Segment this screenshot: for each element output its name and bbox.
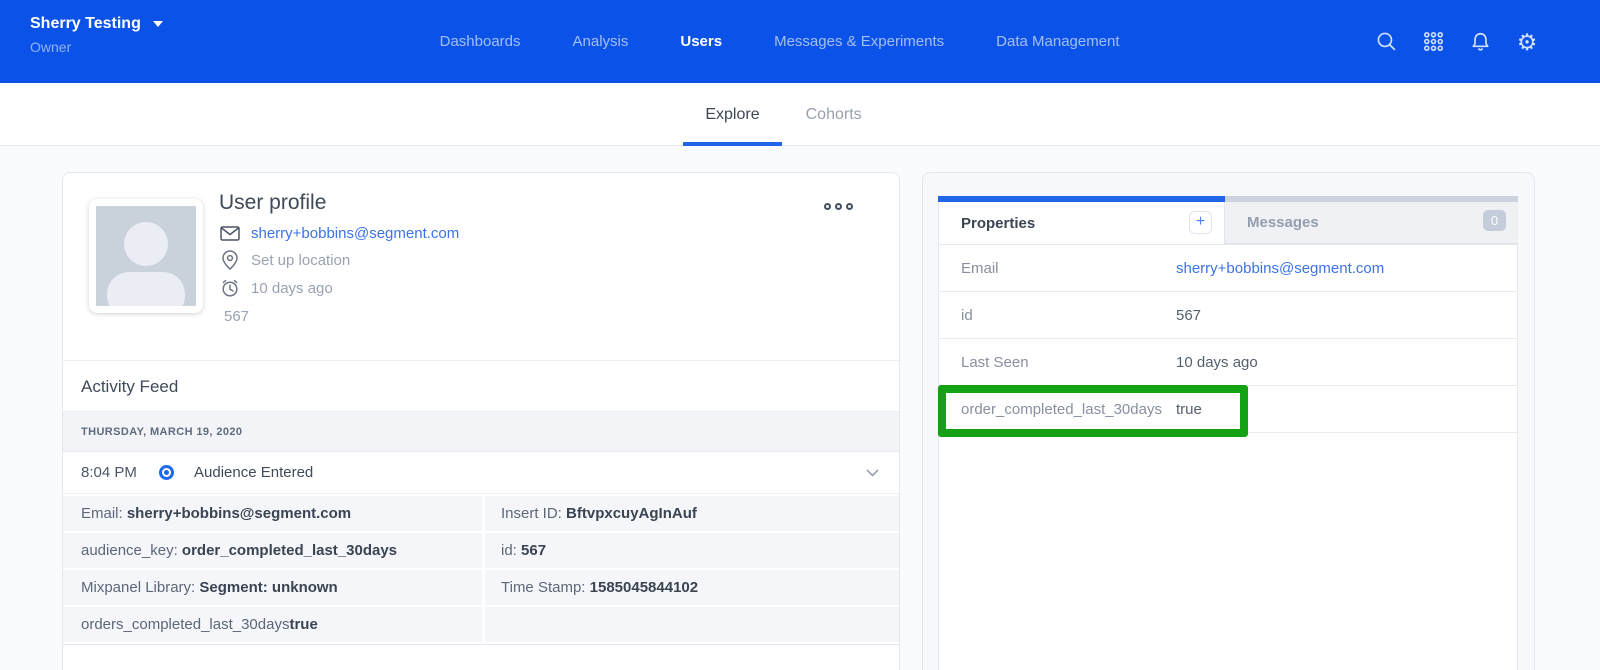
tab-cohorts[interactable]: Cohorts	[806, 83, 862, 146]
table-cell: Mixpanel Library: Segment: unknown	[63, 570, 482, 605]
table-cell: Email: sherry+bobbins@segment.com	[63, 496, 482, 531]
property-label: order_completed_last_30days	[939, 401, 1176, 418]
property-label: Last Seen	[939, 354, 1176, 371]
event-name: Audience Entered	[194, 464, 313, 481]
nav-item-users[interactable]: Users	[680, 33, 722, 50]
profile-user-id: 567	[224, 308, 459, 325]
user-profile-card: User profile sherry+bobbins@segment.com …	[62, 172, 900, 670]
workspace-role: Owner	[30, 39, 163, 55]
set-up-location-link[interactable]: Set up location	[251, 252, 350, 269]
page-title: User profile	[219, 191, 459, 215]
nav-item-data-management[interactable]: Data Management	[996, 33, 1119, 50]
property-row-last-seen: Last Seen 10 days ago	[939, 339, 1517, 386]
property-value: 567	[1176, 307, 1201, 324]
table-row: audience_key: order_completed_last_30day…	[63, 533, 899, 568]
table-row: Mixpanel Library: Segment: unknown Time …	[63, 570, 899, 605]
activity-event-row[interactable]: 8:04 PM Audience Entered	[63, 452, 899, 494]
tab-messages-label: Messages	[1247, 214, 1319, 231]
app-header: Sherry Testing Owner Dashboards Analysis…	[0, 0, 1600, 83]
nav-item-messages-experiments[interactable]: Messages & Experiments	[774, 33, 944, 50]
event-time: 8:04 PM	[81, 464, 141, 481]
properties-panel: Properties + Messages 0 Email sherry+bob…	[938, 196, 1518, 670]
table-cell	[485, 607, 899, 642]
nav-item-analysis[interactable]: Analysis	[573, 33, 629, 50]
properties-card: Properties + Messages 0 Email sherry+bob…	[922, 172, 1535, 670]
table-cell: audience_key: order_completed_last_30day…	[63, 533, 482, 568]
chevron-down-icon	[153, 21, 163, 27]
table-row: Email: sherry+bobbins@segment.com Insert…	[63, 496, 899, 531]
audience-entered-icon	[159, 465, 174, 480]
avatar	[89, 199, 203, 313]
tab-properties[interactable]: Properties +	[938, 196, 1225, 244]
header-icons: ⚙	[1375, 0, 1538, 83]
property-label: Email	[939, 260, 1176, 277]
workspace-name: Sherry Testing	[30, 15, 141, 33]
tab-explore[interactable]: Explore	[705, 83, 759, 146]
property-label: id	[939, 307, 1176, 324]
apps-grid-icon[interactable]	[1422, 31, 1444, 53]
envelope-icon	[219, 226, 241, 241]
table-cell: Insert ID: BftvpxcuyAgInAuf	[485, 496, 899, 531]
activity-date-header: THURSDAY, MARCH 19, 2020	[63, 412, 899, 452]
nav-item-dashboards[interactable]: Dashboards	[440, 33, 521, 50]
profile-email-link[interactable]: sherry+bobbins@segment.com	[251, 225, 459, 242]
table-cell: Time Stamp: 1585045844102	[485, 570, 899, 605]
profile-info: User profile sherry+bobbins@segment.com …	[219, 191, 459, 325]
activity-feed-title: Activity Feed	[63, 361, 899, 412]
main-nav: Dashboards Analysis Users Messages & Exp…	[440, 0, 1120, 83]
profile-section: User profile sherry+bobbins@segment.com …	[63, 173, 899, 361]
property-row-id: id 567	[939, 292, 1517, 339]
settings-gear-icon[interactable]: ⚙	[1516, 31, 1538, 53]
chevron-down-icon[interactable]	[866, 469, 879, 477]
properties-list: Email sherry+bobbins@segment.com id 567 …	[938, 244, 1518, 670]
alarm-clock-icon	[219, 278, 241, 298]
location-pin-icon	[219, 250, 241, 270]
table-cell: id: 567	[485, 533, 899, 568]
notifications-bell-icon[interactable]	[1469, 31, 1491, 53]
messages-count-badge: 0	[1483, 210, 1506, 231]
property-row-order-completed: order_completed_last_30days true	[939, 386, 1517, 433]
property-value-email-link[interactable]: sherry+bobbins@segment.com	[1176, 260, 1384, 277]
property-row-email: Email sherry+bobbins@segment.com	[939, 245, 1517, 292]
tab-messages[interactable]: Messages 0	[1225, 196, 1518, 244]
more-options-icon[interactable]	[824, 203, 853, 210]
profile-last-seen: 10 days ago	[251, 280, 333, 297]
page-tabstrip: Explore Cohorts	[0, 83, 1600, 146]
table-cell: orders_completed_last_30daystrue	[63, 607, 482, 642]
search-icon[interactable]	[1375, 31, 1397, 53]
table-row: orders_completed_last_30daystrue	[63, 607, 899, 642]
workspace-switcher[interactable]: Sherry Testing Owner	[30, 15, 163, 55]
tab-properties-label: Properties	[961, 215, 1035, 232]
add-property-button[interactable]: +	[1189, 211, 1212, 234]
properties-tabbar: Properties + Messages 0	[938, 196, 1518, 244]
event-properties-table: Email: sherry+bobbins@segment.com Insert…	[63, 494, 899, 645]
property-value: true	[1176, 401, 1202, 418]
property-value: 10 days ago	[1176, 354, 1258, 371]
